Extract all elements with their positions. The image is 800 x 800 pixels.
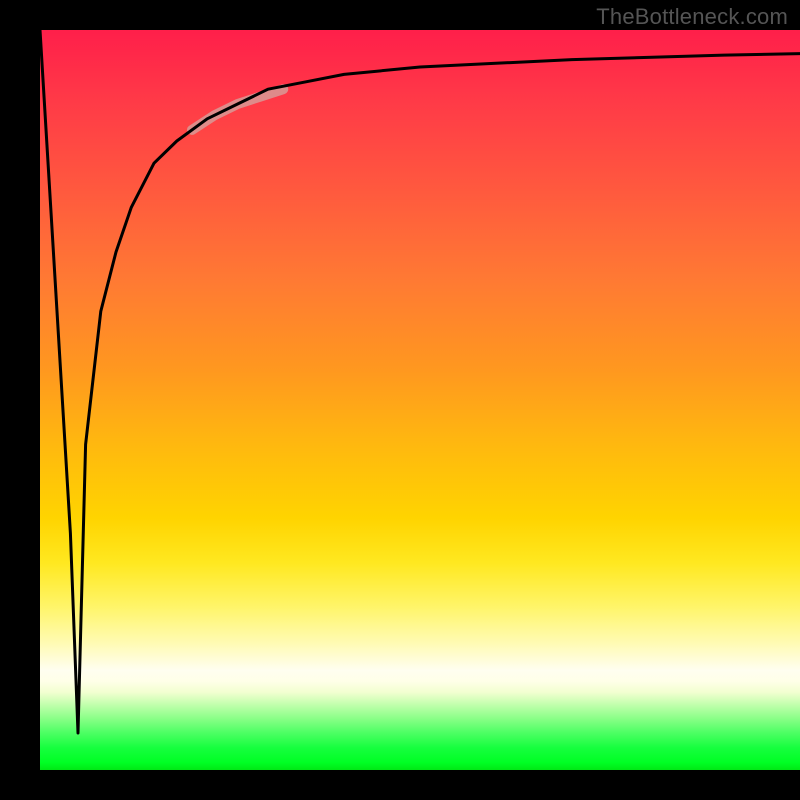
chart-svg (40, 30, 800, 770)
bottleneck-curve (40, 30, 800, 733)
highlight-band (192, 89, 283, 130)
plot-area (40, 30, 800, 770)
watermark-text: TheBottleneck.com (596, 4, 788, 30)
chart-frame: TheBottleneck.com (0, 0, 800, 800)
